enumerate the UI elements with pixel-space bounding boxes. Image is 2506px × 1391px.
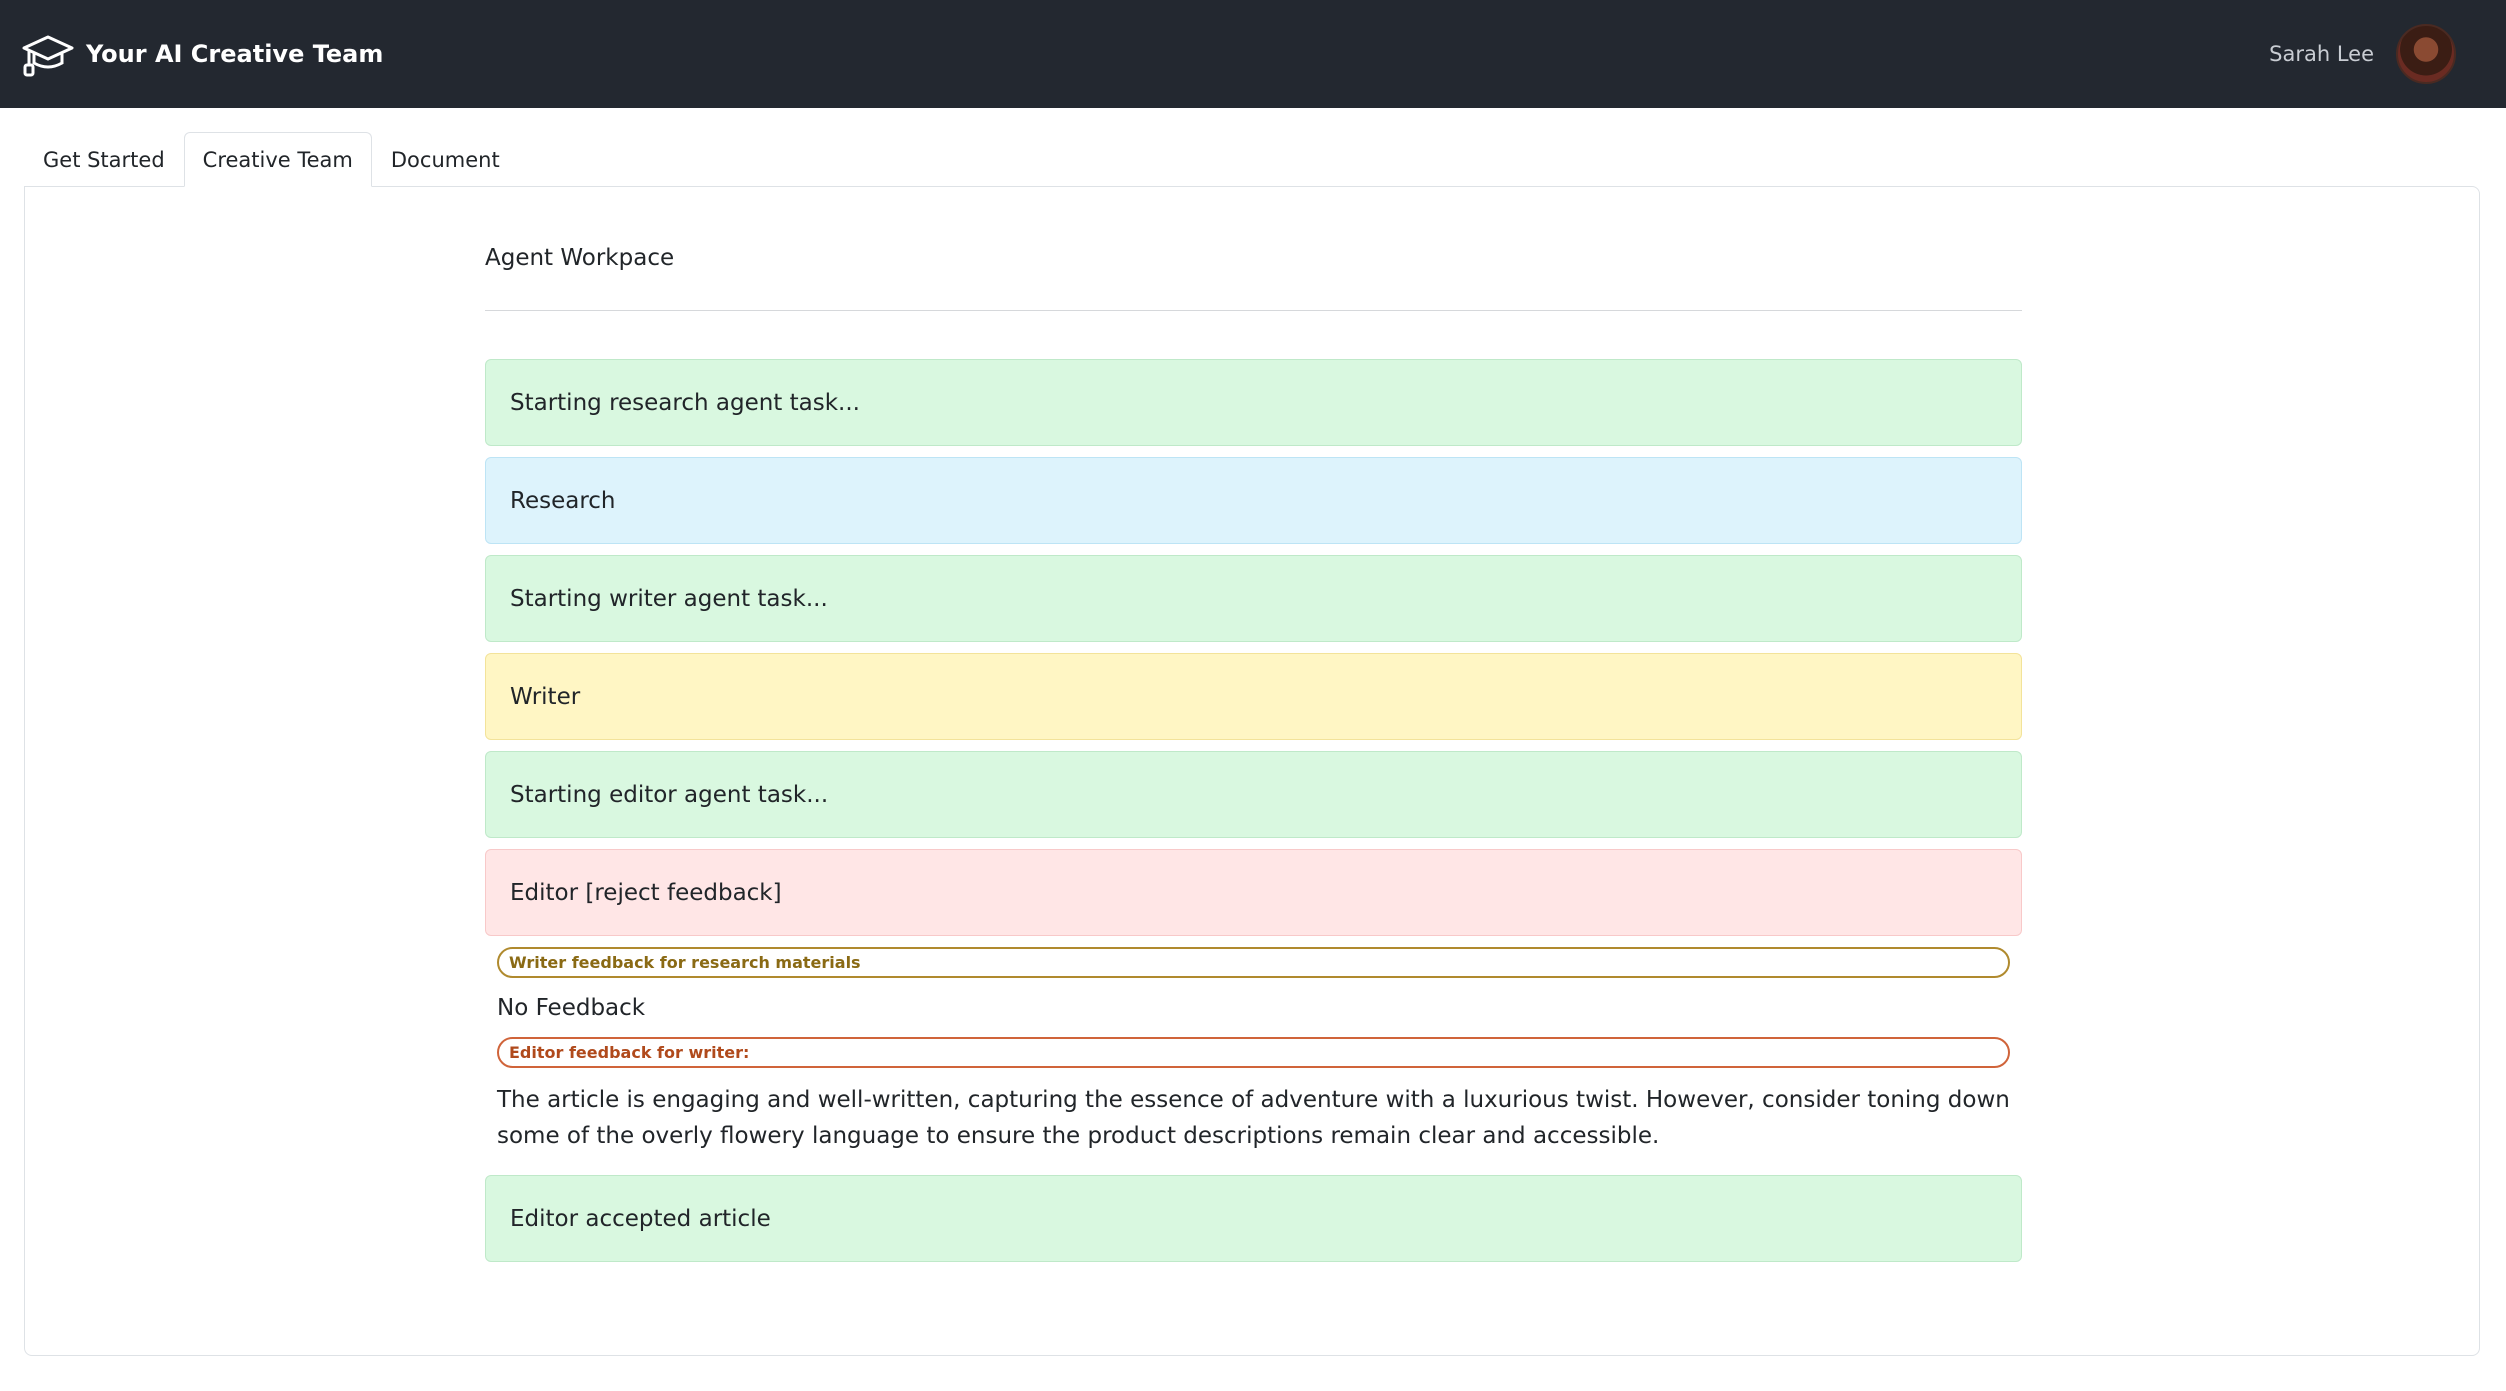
divider bbox=[485, 310, 2022, 311]
status-message: Editor [reject feedback] bbox=[485, 849, 2022, 936]
tab-panel: Agent Workpace Starting research agent t… bbox=[24, 186, 2480, 1356]
top-navbar: Your AI Creative Team Sarah Lee bbox=[0, 0, 2506, 108]
tab-creative-team[interactable]: Creative Team bbox=[183, 132, 372, 187]
writer-feedback-badge: Writer feedback for research materials bbox=[497, 947, 2010, 978]
tab-get-started[interactable]: Get Started bbox=[24, 132, 184, 187]
editor-feedback-badge: Editor feedback for writer: bbox=[497, 1037, 2010, 1068]
user-menu[interactable]: Sarah Lee bbox=[2269, 24, 2456, 84]
status-message: Editor accepted article bbox=[485, 1175, 2022, 1262]
status-message: Writer bbox=[485, 653, 2022, 740]
tab-document[interactable]: Document bbox=[372, 132, 519, 187]
avatar[interactable] bbox=[2396, 24, 2456, 84]
app-title: Your AI Creative Team bbox=[86, 40, 384, 68]
workspace-title: Agent Workpace bbox=[485, 245, 675, 271]
tab-bar: Get Started Creative Team Document bbox=[24, 132, 519, 187]
status-message: Research bbox=[485, 457, 2022, 544]
status-message: Starting research agent task... bbox=[485, 359, 2022, 446]
user-name: Sarah Lee bbox=[2269, 42, 2374, 66]
graduation-cap-icon bbox=[22, 35, 74, 77]
brand[interactable]: Your AI Creative Team bbox=[22, 31, 383, 77]
status-message: Starting editor agent task... bbox=[485, 751, 2022, 838]
editor-feedback-text: The article is engaging and well-written… bbox=[497, 1087, 2010, 1149]
writer-feedback-text: No Feedback bbox=[497, 995, 646, 1021]
status-message: Starting writer agent task... bbox=[485, 555, 2022, 642]
